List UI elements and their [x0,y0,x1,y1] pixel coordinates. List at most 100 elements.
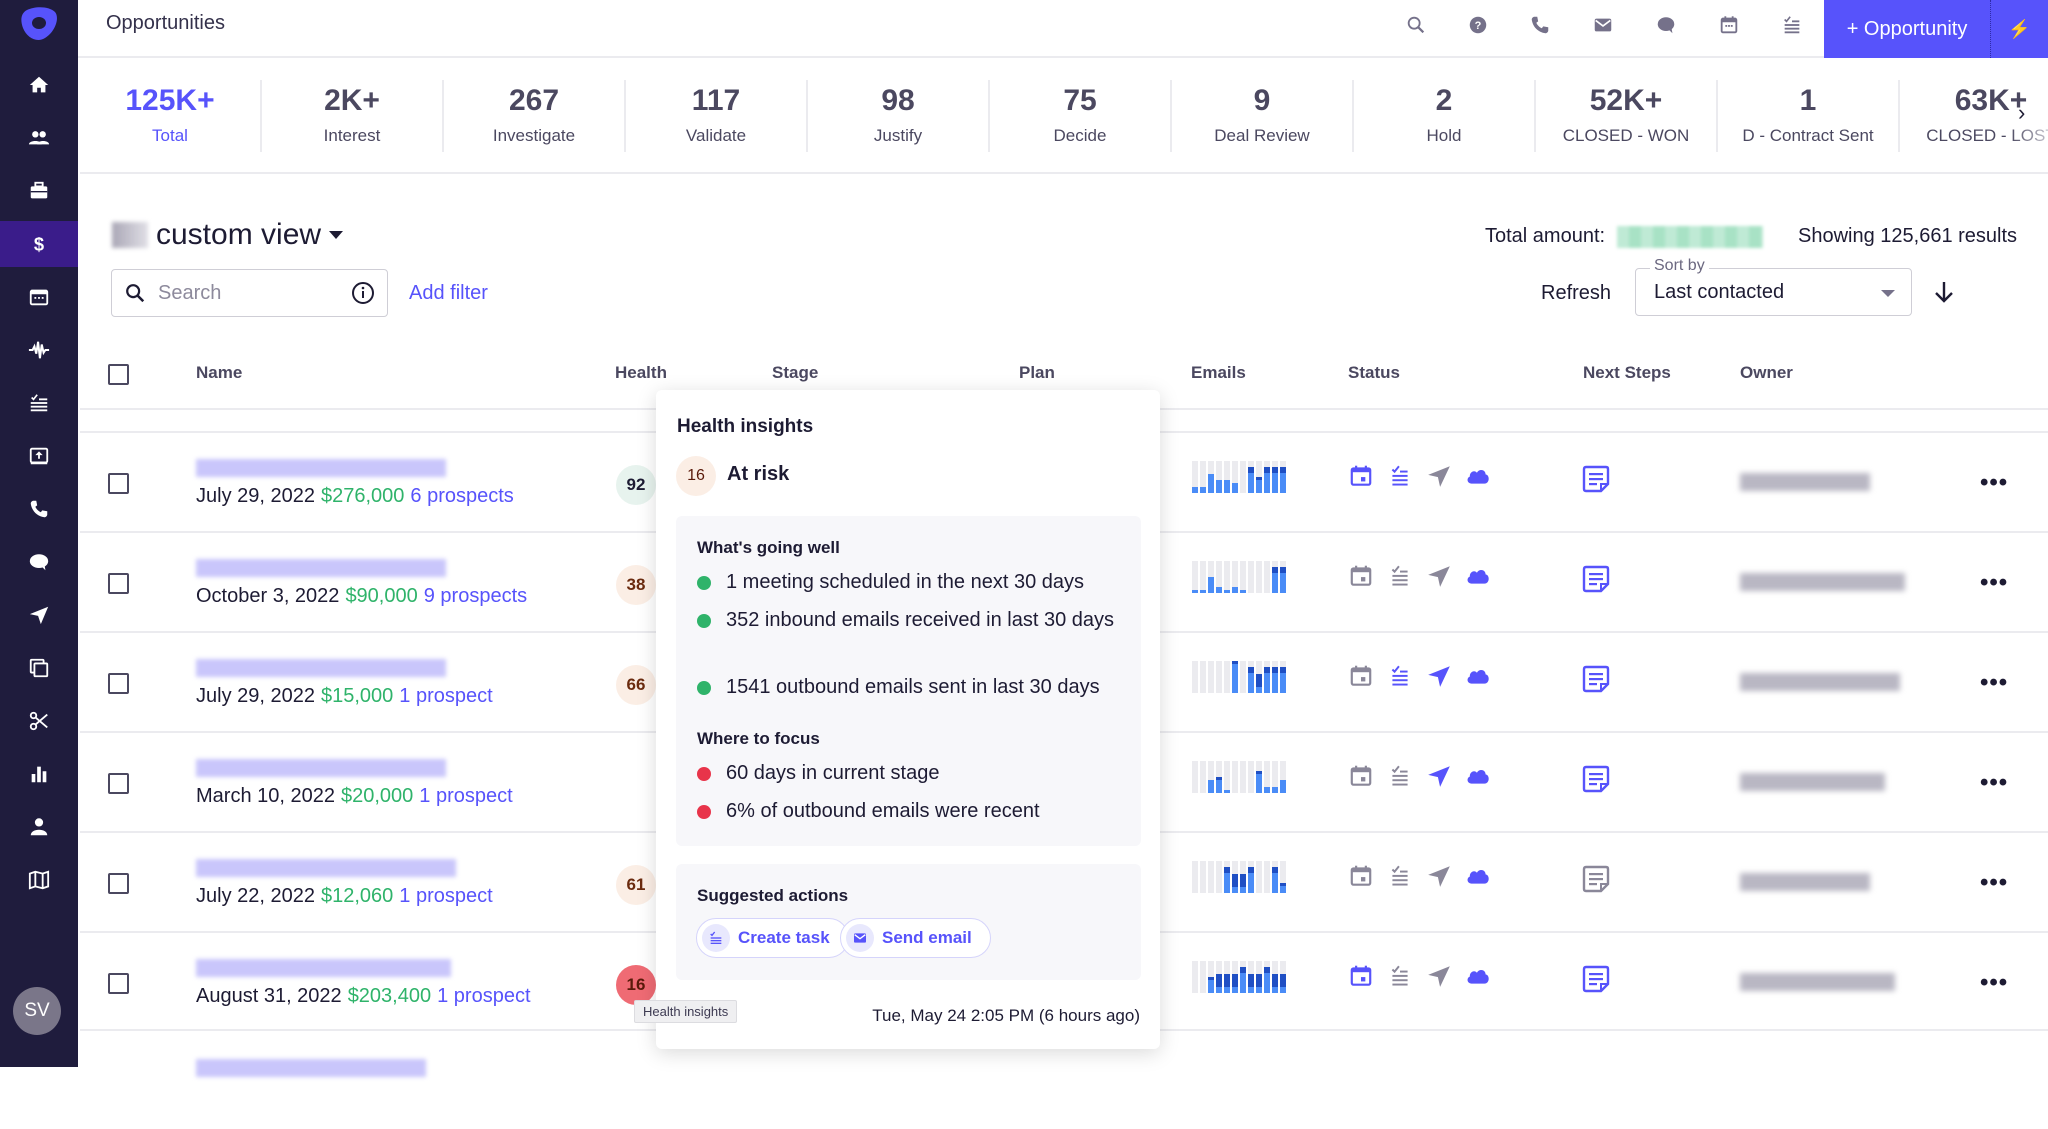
column-header-next-steps[interactable]: Next Steps [1583,363,1671,383]
row-checkbox[interactable] [108,573,129,594]
column-header-name[interactable]: Name [196,363,242,383]
row-checkbox[interactable] [108,873,129,894]
prospects-link[interactable]: 6 prospects [410,485,513,507]
stage-stat-deal-review[interactable]: 9 Deal Review [1172,80,1354,152]
opportunity-name-link[interactable]: Druva - New Logo - 2022... [196,459,446,477]
refresh-button[interactable]: Refresh [1541,282,1611,305]
meeting-calendar-icon[interactable] [1348,463,1374,489]
health-score-badge[interactable]: 66 [616,665,656,705]
quick-actions-button[interactable]: ⚡ [1990,0,2048,58]
stage-stat-validate[interactable]: 117 Validate [626,80,808,152]
emails-sparkline[interactable] [1192,961,1286,993]
user-avatar[interactable]: SV [13,987,61,1035]
stage-stat-decide[interactable]: 75 Decide [990,80,1172,152]
outreach-logo-icon[interactable] [19,6,59,42]
stage-stat-total[interactable]: 125K+ Total [80,80,262,152]
more-actions-icon[interactable]: ••• [1980,769,2008,797]
view-selector[interactable]: custom view [112,218,344,252]
sidebar-item-prospects[interactable] [0,115,78,161]
meeting-calendar-icon[interactable] [1348,763,1374,789]
opportunity-name-link[interactable]: Mavenir - New Logo - 20... [196,759,446,777]
stage-stat-closed-won[interactable]: 52K+ CLOSED - WON [1536,80,1718,152]
health-score-badge[interactable]: 38 [616,565,656,605]
sidebar-item-reports[interactable] [0,751,78,797]
search-input[interactable] [158,281,339,305]
sidebar-item-imports[interactable] [0,433,78,479]
sidebar-item-snippets[interactable] [0,698,78,744]
row-checkbox[interactable] [108,673,129,694]
column-header-emails[interactable]: Emails [1191,363,1246,383]
sequence-send-icon[interactable] [1426,663,1452,689]
sidebar-item-meetings[interactable] [0,274,78,320]
sidebar-item-users[interactable] [0,804,78,850]
row-checkbox[interactable] [108,773,129,794]
stage-stat-closed-lost[interactable]: 63K+ CLOSED - LOST [1900,80,2048,152]
stage-stat-hold[interactable]: 2 Hold [1354,80,1536,152]
sidebar-item-accounts[interactable] [0,168,78,214]
phone-icon[interactable] [1525,10,1555,40]
stage-stat-d-contract-sent[interactable]: 1 D - Contract Sent [1718,80,1900,152]
column-header-health[interactable]: Health [615,363,667,383]
tasks-icon[interactable] [1387,663,1413,689]
opportunity-name-link[interactable]: Renaissance Learning - L... [196,959,451,977]
opportunity-name-link[interactable] [196,559,446,577]
stats-next-chevron-icon[interactable]: › [2018,100,2025,126]
emails-sparkline[interactable] [1192,761,1286,793]
next-steps-notes-icon[interactable] [1582,764,1610,794]
meeting-calendar-icon[interactable] [1348,563,1374,589]
sort-direction-arrow-down-icon[interactable] [1932,279,1956,305]
tasks-icon[interactable] [1387,563,1413,589]
tasks-icon[interactable] [1387,763,1413,789]
prospects-link[interactable]: 1 prospect [399,885,492,907]
info-icon[interactable] [351,281,375,305]
meeting-calendar-icon[interactable] [1348,963,1374,989]
chat-icon[interactable] [1651,10,1681,40]
next-steps-notes-icon[interactable] [1582,864,1610,894]
sidebar-item-opportunities[interactable]: $ [0,221,78,267]
opportunity-name-link[interactable] [196,859,456,877]
sidebar-item-chat[interactable] [0,539,78,585]
health-score-badge[interactable]: 61 [616,865,656,905]
row-checkbox[interactable] [108,973,129,994]
emails-sparkline[interactable] [1192,661,1286,693]
stage-stat-investigate[interactable]: 267 Investigate [444,80,626,152]
health-score-badge[interactable]: 92 [616,465,656,505]
create-task-button[interactable]: Create task [696,918,849,958]
help-icon[interactable]: ? [1463,10,1493,40]
sequence-send-icon[interactable] [1426,763,1452,789]
salesforce-cloud-icon[interactable] [1465,663,1491,689]
mail-icon[interactable] [1588,10,1618,40]
salesforce-cloud-icon[interactable] [1465,963,1491,989]
next-steps-notes-icon[interactable] [1582,664,1610,694]
sort-by-select[interactable]: Sort by Last contacted [1635,257,1912,316]
send-email-button[interactable]: Send email [840,918,991,958]
calendar-icon[interactable] [1714,10,1744,40]
select-all-checkbox[interactable] [108,364,129,385]
column-header-stage[interactable]: Stage [772,363,818,383]
salesforce-cloud-icon[interactable] [1465,863,1491,889]
prospects-link[interactable]: 1 prospect [419,785,512,807]
tasks-icon[interactable] [1387,963,1413,989]
more-actions-icon[interactable]: ••• [1980,969,2008,997]
tasks-icon[interactable] [1777,10,1807,40]
more-actions-icon[interactable]: ••• [1980,669,2008,697]
next-steps-notes-icon[interactable] [1582,964,1610,994]
prospects-link[interactable]: 9 prospects [424,585,527,607]
next-steps-notes-icon[interactable] [1582,564,1610,594]
salesforce-cloud-icon[interactable] [1465,563,1491,589]
sequence-send-icon[interactable] [1426,963,1452,989]
column-header-owner[interactable]: Owner [1740,363,1793,383]
more-actions-icon[interactable]: ••• [1980,469,2008,497]
emails-sparkline[interactable] [1192,861,1286,893]
sidebar-item-calls[interactable] [0,486,78,532]
sidebar-item-calls-insights[interactable] [0,327,78,373]
emails-sparkline[interactable] [1192,461,1286,493]
sidebar-item-templates[interactable] [0,645,78,691]
add-opportunity-button[interactable]: + Opportunity [1824,0,1990,58]
column-header-plan[interactable]: Plan [1019,363,1055,383]
salesforce-cloud-icon[interactable] [1465,763,1491,789]
prospects-link[interactable]: 1 prospect [437,985,530,1007]
prospects-link[interactable]: 1 prospect [399,685,492,707]
health-score-badge[interactable]: 16 [616,965,656,1005]
stage-stat-interest[interactable]: 2K+ Interest [262,80,444,152]
